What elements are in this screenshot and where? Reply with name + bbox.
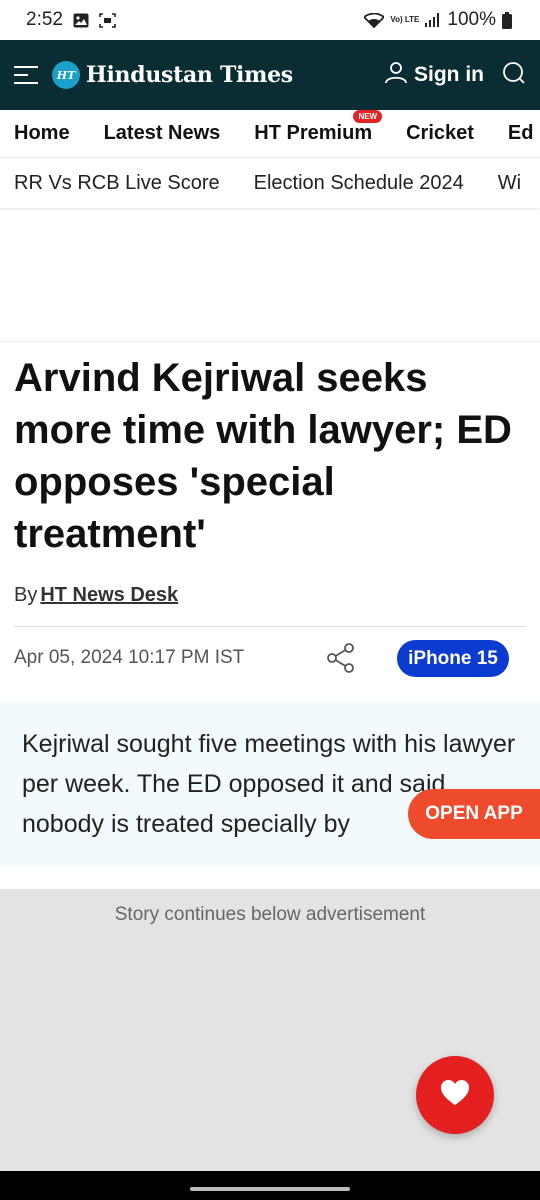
topic-pill-iphone-15[interactable]: iPhone 15 (397, 640, 509, 677)
navigation-bar (0, 1171, 540, 1200)
divider (14, 626, 526, 627)
advertisement-label: Story continues below advertisement (114, 904, 426, 925)
nav-item-latest-news[interactable]: Latest News (104, 122, 221, 145)
image-icon (73, 13, 89, 28)
menu-icon[interactable] (14, 66, 38, 84)
nav-item-ht-premium[interactable]: HT Premium NEW (254, 110, 383, 145)
trending-item-rr-rcb[interactable]: RR Vs RCB Live Score (14, 172, 220, 195)
status-right: Vo) LTE 100% (364, 9, 512, 31)
site-header: HT Hindustan Times Sign in (0, 40, 540, 110)
nav-item-label: HT Premium (254, 122, 373, 144)
battery-icon (502, 11, 512, 29)
battery-percent: 100% (447, 9, 496, 30)
trending-nav: RR Vs RCB Live Score Election Schedule 2… (0, 158, 540, 208)
network-type-label: Vo) LTE (390, 15, 420, 24)
sign-in-label: Sign in (414, 63, 484, 86)
byline: By HT News Desk (14, 584, 178, 607)
nav-item-home[interactable]: Home (14, 122, 70, 145)
site-logo[interactable]: Hindustan Times (86, 62, 293, 88)
header-actions: Sign in (384, 60, 526, 90)
status-left: 2:52 (26, 9, 116, 31)
byline-prefix: By (14, 584, 38, 606)
heart-icon (441, 1079, 469, 1111)
author-link[interactable]: HT News Desk (40, 584, 178, 606)
article-summary: Kejriwal sought five meetings with his l… (0, 702, 540, 866)
wifi-icon (364, 12, 385, 28)
article-headline: Arvind Kejriwal seeks more time with law… (14, 356, 512, 556)
top-ad-slot (0, 210, 540, 342)
home-gesture-handle[interactable] (190, 1187, 350, 1191)
sign-in-button[interactable]: Sign in (384, 60, 484, 90)
status-bar: 2:52 Vo) LTE 100% (0, 0, 540, 40)
favorite-button[interactable] (416, 1056, 494, 1134)
trending-item-wi[interactable]: Wi (498, 172, 521, 195)
logo-badge[interactable]: HT (52, 61, 80, 89)
trending-item-election[interactable]: Election Schedule 2024 (254, 172, 464, 195)
new-badge: NEW (353, 110, 383, 123)
publish-date: Apr 05, 2024 10:17 PM IST (14, 647, 245, 668)
nav-item-cricket[interactable]: Cricket (406, 122, 474, 145)
primary-nav: Home Latest News HT Premium NEW Cricket … (0, 110, 540, 158)
article-meta: Apr 05, 2024 10:17 PM IST iPhone 15 (14, 638, 526, 678)
user-icon (384, 60, 408, 90)
open-app-button[interactable]: OPEN APP (408, 789, 540, 839)
nav-item-ed[interactable]: Ed (508, 122, 534, 145)
share-icon[interactable] (325, 642, 357, 679)
status-time: 2:52 (26, 9, 63, 30)
signal-icon (425, 13, 441, 27)
search-icon[interactable] (502, 61, 526, 90)
screenshot-icon (99, 12, 116, 28)
